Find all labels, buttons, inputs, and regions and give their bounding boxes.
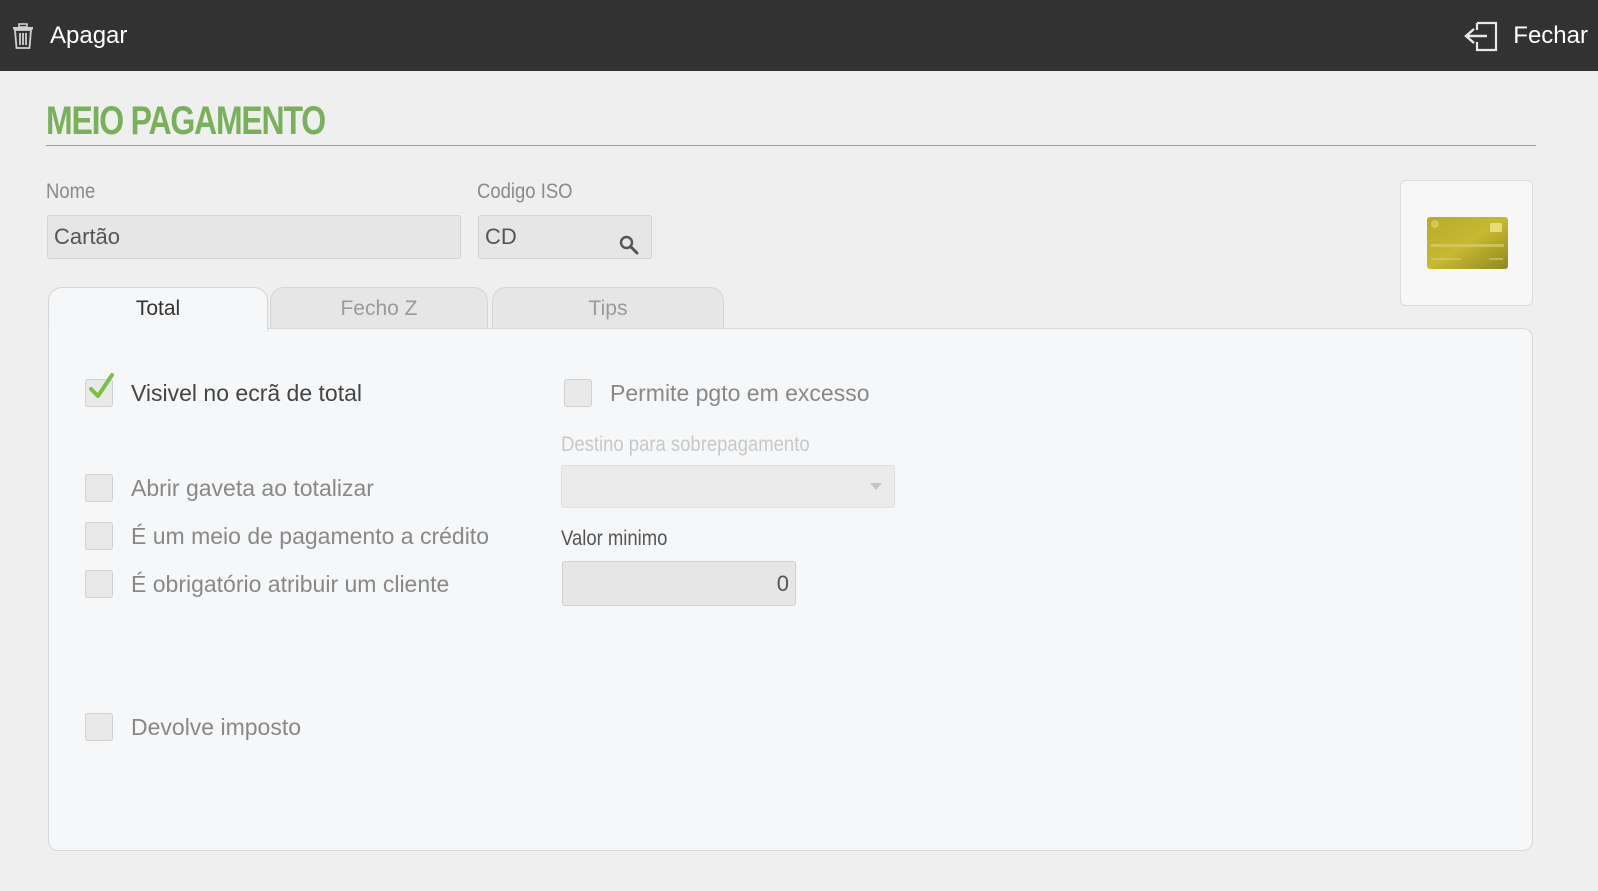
checkbox-box: [564, 379, 592, 407]
tab-total-label: Total: [135, 297, 181, 320]
close-label: Fechar: [1513, 21, 1588, 49]
checkbox-box: [85, 570, 113, 598]
search-icon[interactable]: [619, 227, 639, 269]
allow-overpay-checkbox[interactable]: Permite pgto em excesso: [564, 379, 870, 407]
exit-icon: [1463, 20, 1513, 52]
name-label: Nome: [46, 180, 96, 203]
checkbox-box: [85, 373, 114, 407]
trash-icon: [12, 22, 50, 49]
min-value-input[interactable]: 0: [562, 561, 796, 606]
min-value-label: Valor minimo: [561, 527, 668, 550]
open-drawer-label: Abrir gaveta ao totalizar: [131, 474, 374, 501]
tab-tips[interactable]: Tips: [492, 287, 724, 329]
delete-button[interactable]: Apagar: [12, 0, 127, 71]
tab-fecho-z-label: Fecho Z: [340, 297, 418, 320]
iso-code-input[interactable]: CD: [478, 215, 652, 259]
credit-payment-label: É um meio de pagamento a crédito: [131, 522, 489, 549]
close-button[interactable]: Fechar: [1463, 0, 1588, 71]
visible-total-checkbox[interactable]: Visivel no ecrã de total: [85, 373, 362, 407]
name-value: Cartão: [54, 224, 121, 249]
page-title: MEIO PAGAMENTO: [46, 99, 326, 143]
open-drawer-checkbox[interactable]: Abrir gaveta ao totalizar: [85, 474, 374, 502]
min-value-value: 0: [776, 571, 789, 596]
chevron-down-icon: [870, 483, 882, 490]
checkbox-box: [85, 522, 113, 550]
visible-total-label: Visivel no ecrã de total: [131, 379, 362, 406]
title-divider: [46, 145, 1536, 146]
checkbox-box: [85, 713, 113, 741]
overpay-destination-select[interactable]: [561, 465, 895, 508]
overpay-destination-label: Destino para sobrepagamento: [561, 433, 810, 456]
tab-total[interactable]: Total: [48, 287, 268, 331]
iso-code-value: CD: [485, 224, 517, 249]
tab-fecho-z[interactable]: Fecho Z: [270, 287, 488, 329]
return-tax-label: Devolve imposto: [131, 713, 302, 740]
checkbox-box: [85, 474, 113, 502]
allow-overpay-label: Permite pgto em excesso: [610, 379, 870, 406]
delete-label: Apagar: [50, 21, 128, 49]
checkmark-icon: [89, 373, 114, 398]
credit-payment-checkbox[interactable]: É um meio de pagamento a crédito: [85, 522, 489, 550]
return-tax-checkbox[interactable]: Devolve imposto: [85, 713, 301, 741]
name-input[interactable]: Cartão: [47, 215, 461, 259]
require-client-checkbox[interactable]: É obrigatório atribuir um cliente: [85, 570, 449, 598]
require-client-label: É obrigatório atribuir um cliente: [131, 570, 450, 597]
payment-image-box[interactable]: [1400, 180, 1533, 306]
iso-code-label: Codigo ISO: [477, 180, 573, 203]
top-bar: Apagar Fechar: [0, 0, 1598, 71]
credit-card-image: [1427, 217, 1508, 274]
tab-tips-label: Tips: [588, 297, 628, 320]
